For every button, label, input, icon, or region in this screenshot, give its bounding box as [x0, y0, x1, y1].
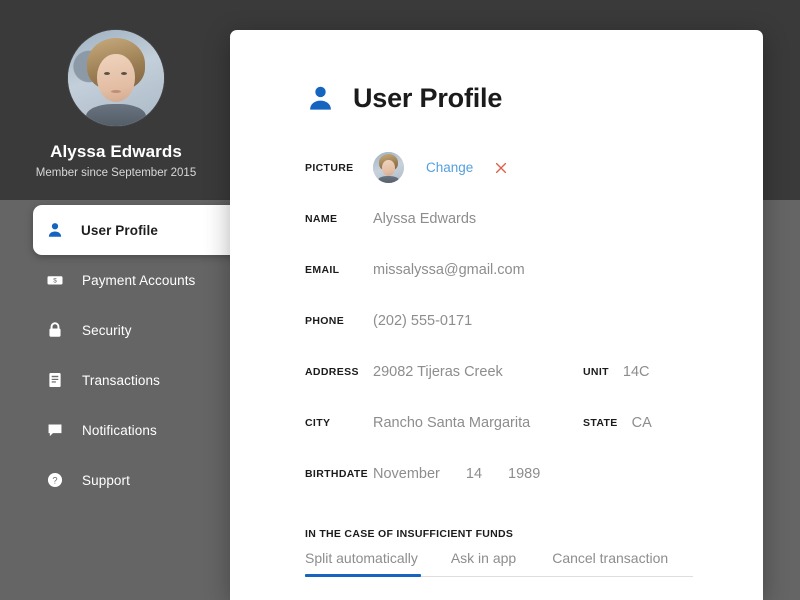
state-value[interactable]: CA	[632, 415, 652, 431]
profile-block: Alyssa Edwards Member since September 20…	[0, 0, 232, 200]
birthdate-year[interactable]: 1989	[508, 466, 540, 482]
active-tab-underline	[305, 574, 421, 577]
change-picture-link[interactable]: Change	[426, 160, 473, 175]
tab-ask-in-app[interactable]: Ask in app	[451, 550, 516, 577]
avatar	[68, 30, 164, 126]
unit-label: UNIT	[583, 365, 609, 378]
document-icon	[45, 370, 65, 390]
insufficient-funds-label: IN THE CASE OF INSUFFICIENT FUNDS	[305, 528, 514, 540]
banknote-icon: $	[45, 270, 65, 290]
avatar-shoulders	[86, 104, 146, 126]
page-title: User Profile	[353, 82, 503, 113]
lock-icon	[45, 320, 65, 340]
person-icon	[45, 220, 65, 240]
sidebar-item-label: User Profile	[81, 222, 158, 238]
card-header: User Profile	[230, 30, 763, 114]
tab-split-automatically[interactable]: Split automatically	[305, 550, 418, 577]
field-row-email: EMAIL missalyssa@gmail.com	[305, 244, 733, 295]
sidebar-item-label: Transactions	[82, 372, 160, 388]
sidebar-item-security[interactable]: Security	[0, 305, 232, 355]
avatar-eye-right	[121, 72, 127, 75]
picture-label: PICTURE	[305, 161, 354, 174]
sidebar-item-label: Payment Accounts	[82, 272, 196, 288]
address-value[interactable]: 29082 Tijeras Creek	[373, 364, 503, 380]
svg-text:$: $	[53, 277, 57, 284]
sidebar-item-transactions[interactable]: Transactions	[0, 355, 232, 405]
insufficient-funds-tabs: Split automatically Ask in app Cancel tr…	[230, 550, 763, 577]
unit-value[interactable]: 14C	[623, 364, 650, 380]
sidebar-item-user-profile[interactable]: User Profile	[33, 205, 243, 255]
profile-member-since: Member since September 2015	[35, 167, 197, 179]
user-profile-card: User Profile PICTURE Change NAME Alyssa …	[230, 30, 763, 600]
field-row-address: ADDRESS 29082 Tijeras Creek UNIT 14C	[305, 346, 733, 397]
app-window: Alyssa Edwards Member since September 20…	[0, 0, 800, 600]
close-x-icon[interactable]	[493, 160, 509, 176]
birthdate-month[interactable]: November	[373, 466, 440, 482]
sidebar-item-payment-accounts[interactable]: $ Payment Accounts	[0, 255, 232, 305]
question-mark-icon: ?	[45, 470, 65, 490]
speech-bubble-icon	[45, 420, 65, 440]
sidebar-item-notifications[interactable]: Notifications	[0, 405, 232, 455]
address-label: ADDRESS	[305, 365, 359, 378]
sidebar-item-label: Support	[82, 472, 130, 488]
field-row-picture: PICTURE Change	[305, 142, 733, 193]
email-value[interactable]: missalyssa@gmail.com	[373, 262, 525, 278]
picture-thumbnail[interactable]	[373, 152, 404, 183]
avatar-eye-left	[104, 72, 110, 75]
sidebar-nav: User Profile $ Payment Accounts Security…	[0, 205, 243, 505]
field-row-phone: PHONE (202) 555-0171	[305, 295, 733, 346]
state-label: STATE	[583, 416, 618, 429]
sidebar-item-label: Notifications	[82, 422, 157, 438]
avatar-face	[97, 54, 135, 102]
thumb-face	[382, 160, 395, 176]
avatar-mouth	[111, 90, 121, 93]
name-value[interactable]: Alyssa Edwards	[373, 211, 476, 227]
thumb-shoulders	[378, 176, 399, 183]
field-row-name: NAME Alyssa Edwards	[305, 193, 733, 244]
birthdate-label: BIRTHDATE	[305, 467, 369, 480]
profile-name: Alyssa Edwards	[50, 142, 182, 161]
field-row-birthdate: BIRTHDATE November 14 1989	[305, 448, 733, 499]
svg-text:?: ?	[52, 475, 57, 485]
city-label: CITY	[305, 416, 331, 429]
email-label: EMAIL	[305, 263, 340, 276]
name-label: NAME	[305, 212, 338, 225]
tab-cancel-transaction[interactable]: Cancel transaction	[552, 550, 668, 577]
sidebar-item-label: Security	[82, 322, 132, 338]
field-row-city: CITY Rancho Santa Margarita STATE CA	[305, 397, 733, 448]
person-icon	[305, 82, 335, 114]
birthdate-day[interactable]: 14	[466, 466, 482, 482]
phone-label: PHONE	[305, 314, 345, 327]
phone-value[interactable]: (202) 555-0171	[373, 313, 472, 329]
sidebar-item-support[interactable]: ? Support	[0, 455, 232, 505]
profile-form: PICTURE Change NAME Alyssa Edwards EMAIL…	[230, 142, 763, 499]
city-value[interactable]: Rancho Santa Margarita	[373, 415, 530, 431]
